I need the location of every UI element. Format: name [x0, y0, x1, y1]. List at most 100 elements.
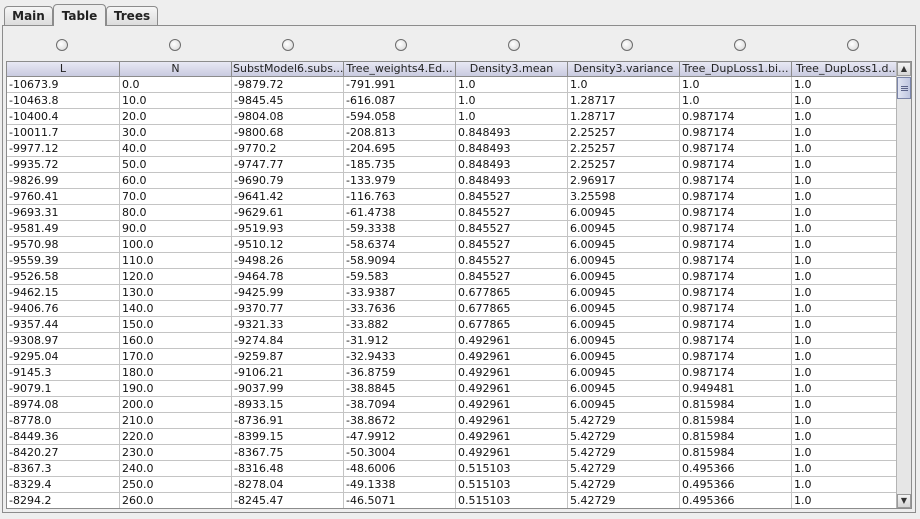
table-cell[interactable]: 0.987174: [680, 349, 792, 365]
table-cell[interactable]: 240.0: [120, 461, 232, 477]
table-cell[interactable]: -9370.77: [232, 301, 344, 317]
table-row[interactable]: -9526.58 120.0 -9464.78 -59.583 0.845527 6.00…: [7, 269, 904, 285]
table-cell[interactable]: 0.815984: [680, 397, 792, 413]
table-cell[interactable]: -8278.04: [232, 477, 344, 493]
table-cell[interactable]: 0.987174: [680, 125, 792, 141]
table-cell[interactable]: 90.0: [120, 221, 232, 237]
table-cell[interactable]: -8449.36: [7, 429, 120, 445]
table-cell[interactable]: 220.0: [120, 429, 232, 445]
table-cell[interactable]: 1.28717: [568, 109, 680, 125]
table-cell[interactable]: 0.515103: [456, 477, 568, 493]
table-cell[interactable]: 1.0: [792, 285, 904, 301]
table-cell[interactable]: 1.0: [680, 93, 792, 109]
table-row[interactable]: -9977.12 40.0 -9770.2 -204.695 0.848493 2.252…: [7, 141, 904, 157]
table-cell[interactable]: -9977.12: [7, 141, 120, 157]
scroll-thumb[interactable]: [897, 77, 911, 99]
table-cell[interactable]: 0.515103: [456, 461, 568, 477]
table-cell[interactable]: -9037.99: [232, 381, 344, 397]
table-cell[interactable]: -9690.79: [232, 173, 344, 189]
table-cell[interactable]: 0.987174: [680, 157, 792, 173]
table-cell[interactable]: -10673.9: [7, 77, 120, 93]
table-cell[interactable]: -791.991: [344, 77, 456, 93]
table-cell[interactable]: 6.00945: [568, 269, 680, 285]
table-cell[interactable]: 1.0: [792, 205, 904, 221]
table-cell[interactable]: 0.492961: [456, 397, 568, 413]
table-row[interactable]: -9570.98 100.0 -9510.12 -58.6374 0.845527 6.0…: [7, 237, 904, 253]
table-cell[interactable]: -9259.87: [232, 349, 344, 365]
table-cell[interactable]: -9559.39: [7, 253, 120, 269]
table-cell[interactable]: 190.0: [120, 381, 232, 397]
table-cell[interactable]: 1.0: [792, 461, 904, 477]
table-row[interactable]: -9935.72 50.0 -9747.77 -185.735 0.848493 2.25…: [7, 157, 904, 173]
table-row[interactable]: -9295.04 170.0 -9259.87 -32.9433 0.492961 6.0…: [7, 349, 904, 365]
table-cell[interactable]: 6.00945: [568, 285, 680, 301]
table-cell[interactable]: 0.495366: [680, 493, 792, 508]
table-cell[interactable]: -38.7094: [344, 397, 456, 413]
table-cell[interactable]: 230.0: [120, 445, 232, 461]
table-cell[interactable]: -48.6006: [344, 461, 456, 477]
table-cell[interactable]: -9357.44: [7, 317, 120, 333]
table-cell[interactable]: -8329.4: [7, 477, 120, 493]
table-cell[interactable]: 80.0: [120, 205, 232, 221]
table-row[interactable]: -9357.44 150.0 -9321.33 -33.882 0.677865 6.00…: [7, 317, 904, 333]
table-cell[interactable]: 170.0: [120, 349, 232, 365]
table-cell[interactable]: 1.0: [792, 77, 904, 93]
table-row[interactable]: -9826.99 60.0 -9690.79 -133.979 0.848493 2.96…: [7, 173, 904, 189]
table-row[interactable]: -9308.97 160.0 -9274.84 -31.912 0.492961 6.00…: [7, 333, 904, 349]
table-cell[interactable]: -8399.15: [232, 429, 344, 445]
table-cell[interactable]: -8294.2: [7, 493, 120, 508]
table-cell[interactable]: 0.848493: [456, 125, 568, 141]
table-cell[interactable]: 110.0: [120, 253, 232, 269]
table-cell[interactable]: -61.4738: [344, 205, 456, 221]
table-cell[interactable]: 1.0: [680, 77, 792, 93]
table-cell[interactable]: 0.987174: [680, 173, 792, 189]
table-cell[interactable]: 5.42729: [568, 429, 680, 445]
table-cell[interactable]: -31.912: [344, 333, 456, 349]
table-cell[interactable]: -59.583: [344, 269, 456, 285]
table-row[interactable]: -9760.41 70.0 -9641.42 -116.763 0.845527 3.25…: [7, 189, 904, 205]
table-cell[interactable]: 1.0: [792, 125, 904, 141]
table-cell[interactable]: -8316.48: [232, 461, 344, 477]
table-cell[interactable]: 0.987174: [680, 285, 792, 301]
column-radio-5[interactable]: [508, 39, 520, 51]
table-cell[interactable]: -58.6374: [344, 237, 456, 253]
table-cell[interactable]: 5.42729: [568, 413, 680, 429]
table-cell[interactable]: -9747.77: [232, 157, 344, 173]
table-cell[interactable]: 200.0: [120, 397, 232, 413]
table-cell[interactable]: 0.987174: [680, 141, 792, 157]
table-cell[interactable]: -38.8672: [344, 413, 456, 429]
table-cell[interactable]: 1.0: [792, 445, 904, 461]
table-cell[interactable]: -58.9094: [344, 253, 456, 269]
table-cell[interactable]: 0.987174: [680, 317, 792, 333]
table-row[interactable]: -10400.4 20.0 -9804.08 -594.058 1.0 1.28717 0.…: [7, 109, 904, 125]
table-cell[interactable]: -9519.93: [232, 221, 344, 237]
table-cell[interactable]: -9760.41: [7, 189, 120, 205]
table-cell[interactable]: -9629.61: [232, 205, 344, 221]
column-header-duploss-d[interactable]: Tree_DupLoss1.d...: [792, 62, 904, 77]
table-cell[interactable]: 1.0: [456, 93, 568, 109]
table-cell[interactable]: -9079.1: [7, 381, 120, 397]
vertical-scrollbar[interactable]: ▲ ▼: [896, 62, 911, 508]
column-radio-3[interactable]: [282, 39, 294, 51]
column-radio-4[interactable]: [395, 39, 407, 51]
table-cell[interactable]: -9106.21: [232, 365, 344, 381]
table-row[interactable]: -8449.36 220.0 -8399.15 -47.9912 0.492961 5.4…: [7, 429, 904, 445]
table-cell[interactable]: 6.00945: [568, 205, 680, 221]
table-cell[interactable]: 1.0: [792, 413, 904, 429]
table-cell[interactable]: 10.0: [120, 93, 232, 109]
table-cell[interactable]: 5.42729: [568, 477, 680, 493]
table-cell[interactable]: 0.815984: [680, 413, 792, 429]
table-cell[interactable]: 100.0: [120, 237, 232, 253]
column-header-duploss-bi[interactable]: Tree_DupLoss1.bi...: [680, 62, 792, 77]
table-row[interactable]: -8420.27 230.0 -8367.75 -50.3004 0.492961 5.4…: [7, 445, 904, 461]
table-cell[interactable]: 1.0: [792, 173, 904, 189]
table-row[interactable]: -9581.49 90.0 -9519.93 -59.3338 0.845527 6.00…: [7, 221, 904, 237]
table-cell[interactable]: 130.0: [120, 285, 232, 301]
table-cell[interactable]: 250.0: [120, 477, 232, 493]
table-cell[interactable]: 40.0: [120, 141, 232, 157]
table-cell[interactable]: 0.845527: [456, 253, 568, 269]
table-cell[interactable]: -8420.27: [7, 445, 120, 461]
table-cell[interactable]: 0.987174: [680, 109, 792, 125]
table-cell[interactable]: 1.0: [792, 365, 904, 381]
column-radio-8[interactable]: [847, 39, 859, 51]
